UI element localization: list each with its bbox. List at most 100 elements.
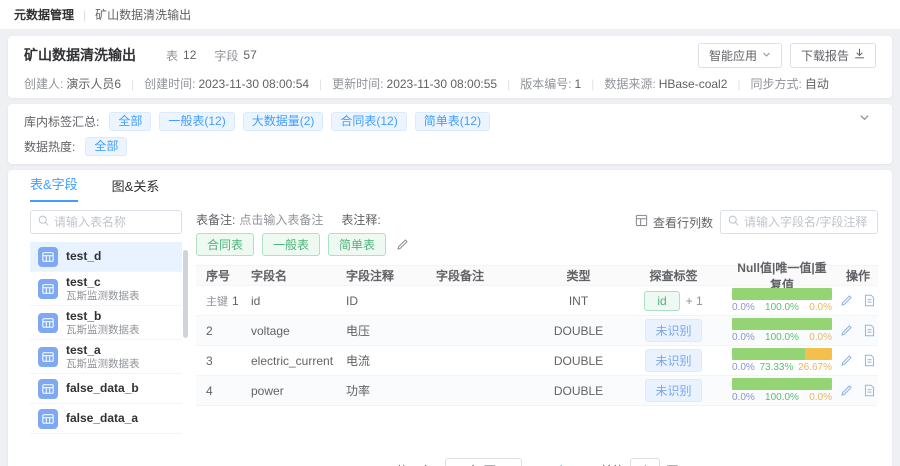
list-item-test_b[interactable]: test_b瓦斯监测数据表: [30, 306, 182, 340]
view-rowcol-icon: [635, 214, 648, 230]
primary-key-label: 主键: [206, 296, 228, 308]
goto-page-input[interactable]: [630, 458, 660, 466]
pagination: 共 4 条 10条/页 1 前往 页: [196, 458, 878, 466]
col-comment: 字段注释: [346, 267, 436, 284]
quality-bar-cell: 0.0%73.33%26.67%: [726, 348, 838, 373]
detail-header: 表备注: 点击输入表备注 表注释: 合同表 一般表 简单表: [196, 210, 878, 256]
list-item-false_data_b[interactable]: false_data_b: [30, 374, 182, 404]
info-card: 矿山数据清洗输出 表 12 字段 57 智能应用 下载报告 创建人:演示人员6 …: [8, 36, 892, 98]
unique-pct: 100.0%: [765, 332, 799, 343]
breadcrumb: 元数据管理 | 矿山数据清洗输出: [0, 0, 900, 30]
meta-created-time: 创建时间:2023-11-30 08:00:54: [121, 75, 309, 92]
breadcrumb-root[interactable]: 元数据管理: [14, 6, 74, 23]
field-table: 序号 字段名 字段注释 字段备注 类型 探查标签 Null值|唯一值|重复值 操…: [196, 265, 878, 406]
stat-field-label: 字段: [214, 47, 238, 64]
list-item-test_a[interactable]: test_a瓦斯监测数据表: [30, 340, 182, 374]
col-probe-tag: 探查标签: [621, 267, 726, 284]
collapse-chevron-icon[interactable]: [859, 112, 870, 126]
edit-tags-icon[interactable]: [396, 238, 409, 251]
probe-tag[interactable]: 未识别: [645, 379, 701, 402]
heat-label: 数据热度:: [24, 138, 75, 155]
probe-tag[interactable]: id: [644, 291, 679, 311]
table-tag-general: 一般表: [262, 233, 320, 256]
null-pct: 0.0%: [732, 332, 755, 343]
field-type: INT: [536, 294, 621, 308]
breadcrumb-separator: |: [83, 8, 86, 22]
edit-icon[interactable]: [840, 294, 853, 307]
goto-label: 前往: [600, 462, 624, 466]
unique-pct: 100.0%: [765, 302, 799, 313]
meta-version: 版本编号:1: [497, 75, 581, 92]
col-type: 类型: [536, 267, 621, 284]
stat-table-label: 表: [166, 47, 178, 64]
field-type: DOUBLE: [536, 354, 621, 368]
tab-graph-relations[interactable]: 图&关系: [112, 176, 160, 202]
view-rowcol-label: 查看行列数: [653, 214, 713, 231]
dup-pct: 0.0%: [809, 392, 832, 403]
meta-row: 创建人:演示人员6 创建时间:2023-11-30 08:00:54 更新时间:…: [24, 75, 876, 92]
field-type: DOUBLE: [536, 384, 621, 398]
table-icon: [38, 313, 58, 333]
page-size-select[interactable]: 10条/页: [445, 458, 522, 466]
stat-field-value: 57: [243, 48, 256, 62]
filter-card: 库内标签汇总: 全部 一般表(12) 大数据量(2) 合同表(12) 简单表(1…: [8, 104, 892, 164]
document-icon[interactable]: [863, 354, 876, 367]
document-icon[interactable]: [863, 294, 876, 307]
table-icon: [38, 409, 58, 429]
filter-tag-general[interactable]: 一般表(12): [159, 112, 234, 131]
tag-summary-label: 库内标签汇总:: [24, 113, 99, 130]
smart-app-button[interactable]: 智能应用: [698, 43, 782, 68]
search-icon: [38, 215, 49, 229]
chevron-down-icon: [762, 48, 771, 62]
probe-tag[interactable]: 未识别: [645, 319, 701, 342]
edit-icon[interactable]: [840, 324, 853, 337]
download-report-button[interactable]: 下载报告: [790, 43, 876, 68]
list-item-partial[interactable]: [30, 434, 182, 438]
filter-tag-contract[interactable]: 合同表(12): [331, 112, 406, 131]
document-icon[interactable]: [863, 324, 876, 337]
field-table-header: 序号 字段名 字段注释 字段备注 类型 探查标签 Null值|唯一值|重复值 操…: [196, 265, 878, 286]
field-search-input[interactable]: [744, 215, 870, 229]
list-scrollbar: [183, 250, 188, 466]
field-search-box: [720, 210, 878, 234]
comment-label: 表注释:: [341, 211, 380, 228]
probe-tag[interactable]: 未识别: [645, 349, 701, 372]
table-search-box: [30, 210, 182, 234]
filter-tag-bigdata[interactable]: 大数据量(2): [243, 112, 324, 131]
col-ops: 操作: [838, 267, 878, 284]
pagination-total: 共 4 条: [396, 462, 433, 466]
detail-header-left: 表备注: 点击输入表备注 表注释: 合同表 一般表 简单表: [196, 210, 409, 256]
dup-pct: 0.0%: [809, 302, 832, 313]
list-item-test_c[interactable]: test_c瓦斯监测数据表: [30, 272, 182, 306]
list-item-test_d[interactable]: test_d: [30, 242, 182, 272]
list-item-false_data_a[interactable]: false_data_a: [30, 404, 182, 434]
table-list: test_d test_c瓦斯监测数据表 test_b瓦斯监测数据表 test_…: [30, 242, 182, 438]
tab-table-fields[interactable]: 表&字段: [30, 174, 78, 202]
title-actions: 智能应用 下载报告: [698, 43, 876, 68]
document-icon[interactable]: [863, 384, 876, 397]
dup-pct: 0.0%: [809, 332, 832, 343]
view-rowcol-button[interactable]: 查看行列数: [635, 214, 713, 231]
field-name: power: [251, 384, 346, 398]
quality-bar-cell: 0.0% 100.0% 0.0%: [726, 318, 838, 343]
download-report-label: 下载报告: [801, 47, 849, 64]
filter-tag-all[interactable]: 全部: [109, 112, 151, 131]
remark-placeholder[interactable]: 点击输入表备注: [239, 211, 323, 228]
scrollbar-thumb[interactable]: [183, 250, 188, 338]
edit-icon[interactable]: [840, 384, 853, 397]
dup-pct: 26.67%: [798, 362, 832, 373]
page-size-value: 10条/页: [455, 462, 496, 466]
field-comment: ID: [346, 294, 436, 308]
table-tags-row: 合同表 一般表 简单表: [196, 233, 409, 256]
heat-tag-all[interactable]: 全部: [85, 137, 127, 156]
page-title: 矿山数据清洗输出: [24, 45, 136, 65]
field-name: id: [251, 294, 346, 308]
meta-creator: 创建人:演示人员6: [24, 75, 121, 92]
table-search-input[interactable]: [54, 215, 174, 229]
filter-tag-simple[interactable]: 简单表(12): [415, 112, 490, 131]
breadcrumb-current: 矿山数据清洗输出: [95, 6, 191, 23]
meta-sync-mode: 同步方式:自动: [727, 75, 828, 92]
edit-icon[interactable]: [840, 354, 853, 367]
stat-table-value: 12: [183, 48, 196, 62]
main-card: 表&字段 图&关系 test_d test_c瓦斯监测数据表: [8, 170, 892, 466]
